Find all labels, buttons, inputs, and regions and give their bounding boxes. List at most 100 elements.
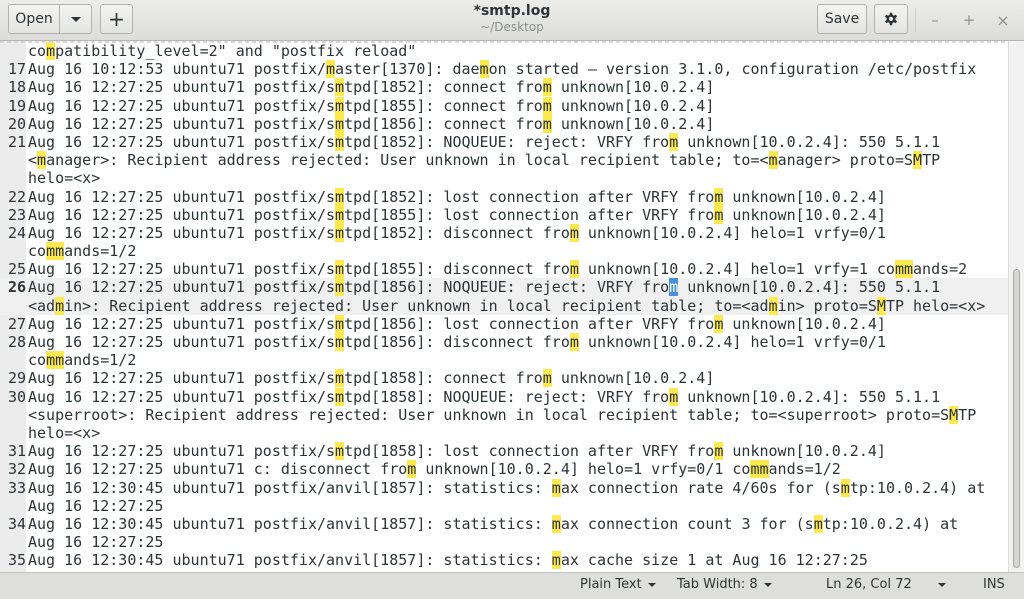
insert-mode-label: INS — [983, 577, 1005, 592]
text-row: 24 Aug 16 12:27:25 ubuntu71 postfix/smtpd… — [0, 223, 1008, 242]
text-line[interactable]: 17 Aug 16 10:12:53 ubuntu71 postfix/maste… — [0, 60, 1008, 79]
text-segment: ands=1/2 — [768, 460, 841, 479]
search-match-highlight: m — [542, 114, 552, 133]
text-segment: Aug 16 12:27:25 ubuntu71 postfix/s — [28, 314, 336, 333]
search-match-highlight: m — [669, 132, 679, 151]
line-number: 27 — [7, 314, 26, 333]
document-path: ~/Desktop — [480, 20, 544, 34]
minimize-button[interactable]: – — [923, 8, 947, 32]
search-match-highlight: M — [876, 296, 886, 315]
vertical-scrollbar[interactable] — [1008, 41, 1024, 572]
text-line[interactable]: 20 Aug 16 12:27:25 ubuntu71 postfix/smtpd… — [0, 114, 1008, 133]
text-row: 19 Aug 16 12:27:25 ubuntu71 postfix/smtpd… — [0, 96, 1008, 115]
line-text: Aug 16 12:30:45 ubuntu71 postfix/anvil[1… — [28, 551, 868, 570]
text-line[interactable]: 33 Aug 16 12:30:45 ubuntu71 postfix/anvil… — [0, 478, 1008, 515]
close-button[interactable]: × — [991, 8, 1015, 32]
line-text: commands=1/2 — [28, 351, 136, 370]
text-line[interactable]: 18 Aug 16 12:27:25 ubuntu71 postfix/smtpd… — [0, 78, 1008, 97]
text-segment: ax cache size 1 at Aug 16 12:27:25 — [560, 551, 868, 570]
text-line[interactable]: 35 Aug 16 12:30:45 ubuntu71 postfix/anvil… — [0, 551, 1008, 570]
text-segment: ands=1/2 — [64, 242, 137, 261]
new-tab-button[interactable]: + — [100, 4, 133, 34]
text-segment: Aug 16 12:27:25 ubuntu71 postfix/s — [28, 260, 336, 279]
text-segment: unknown[10.0.2.4] helo=1 vrfy=1 co — [578, 260, 895, 279]
text-segment: Aug 16 12:30:45 ubuntu71 postfix/anvil[1… — [28, 514, 552, 533]
text-line[interactable]: 24 Aug 16 12:27:25 ubuntu71 postfix/smtpd… — [0, 223, 1008, 261]
menu-button[interactable] — [874, 4, 908, 34]
position-menu-button[interactable] — [938, 583, 946, 587]
line-text: Aug 16 12:27:25 ubuntu71 postfix/smtpd[1… — [28, 187, 886, 206]
search-match-highlight: m — [768, 296, 778, 315]
search-match-highlight: m — [335, 132, 345, 151]
text-row: <manager>: Recipient address rejected: U… — [0, 151, 1008, 170]
text-line[interactable]: 21 Aug 16 12:27:25 ubuntu71 postfix/smtpd… — [0, 132, 1008, 188]
search-match-highlight: m — [37, 151, 47, 170]
text-line[interactable]: 25 Aug 16 12:27:25 ubuntu71 postfix/smtpd… — [0, 260, 1008, 279]
search-match-highlight: m — [335, 114, 345, 133]
line-text: Aug 16 12:27:25 ubuntu71 postfix/smtpd[1… — [28, 387, 940, 406]
text-lines[interactable]: compatibility_level=2" and "postfix relo… — [0, 42, 1008, 570]
search-match-highlight: m — [335, 223, 345, 242]
search-match-highlight: M — [949, 405, 959, 424]
text-line[interactable]: 34 Aug 16 12:30:45 ubuntu71 postfix/anvil… — [0, 514, 1008, 551]
text-row: <superroot>: Recipient address rejected:… — [0, 405, 1008, 424]
text-segment: Aug 16 10:12:53 ubuntu71 postfix/ — [28, 60, 327, 79]
search-match-highlight: m — [335, 314, 345, 333]
text-editor[interactable]: compatibility_level=2" and "postfix relo… — [0, 41, 1008, 572]
top-border — [0, 41, 1008, 43]
text-segment: Aug 16 12:27:25 ubuntu71 postfix/s — [28, 387, 336, 406]
search-match-highlight: m — [813, 514, 823, 533]
open-menu-button[interactable] — [59, 4, 92, 34]
text-segment: Aug 16 12:27:25 ubuntu71 c: disconnect f… — [28, 460, 408, 479]
text-segment: Aug 16 12:27:25 ubuntu71 postfix/s — [28, 205, 336, 224]
text-line[interactable]: 30 Aug 16 12:27:25 ubuntu71 postfix/smtpd… — [0, 387, 1008, 443]
text-row: 27 Aug 16 12:27:25 ubuntu71 postfix/smtpd… — [0, 314, 1008, 333]
text-line[interactable]: 22 Aug 16 12:27:25 ubuntu71 postfix/smtpd… — [0, 187, 1008, 206]
text-line[interactable]: 28 Aug 16 12:27:25 ubuntu71 postfix/smtpd… — [0, 333, 1008, 370]
text-row: 26 Aug 16 12:27:25 ubuntu71 postfix/smtpd… — [0, 278, 1008, 297]
insert-mode[interactable]: INS — [983, 577, 1005, 592]
text-line[interactable]: 29 Aug 16 12:27:25 ubuntu71 postfix/smtpd… — [0, 369, 1008, 388]
text-line[interactable]: 23 Aug 16 12:27:25 ubuntu71 postfix/smtpd… — [0, 205, 1008, 224]
text-segment: unknown[10.0.2.4] helo=1 vrfy=0/1 co — [416, 460, 751, 479]
maximize-button[interactable]: + — [957, 8, 981, 32]
text-segment: tpd[1856]: lost connection after VRFY fr… — [344, 314, 715, 333]
text-segment: tpd[1855]: disconnect fro — [344, 260, 570, 279]
search-match-highlight: m — [479, 60, 489, 79]
text-row: compatibility_level=2" and "postfix relo… — [0, 42, 1008, 60]
search-match-highlight: m — [542, 96, 552, 115]
text-line[interactable]: 26 Aug 16 12:27:25 ubuntu71 postfix/smtpd… — [0, 278, 1008, 315]
tab-width-selector[interactable]: Tab Width: 8 — [677, 577, 772, 592]
language-selector[interactable]: Plain Text — [580, 577, 656, 592]
text-line[interactable]: 32 Aug 16 12:27:25 ubuntu71 c: disconnect… — [0, 460, 1008, 479]
line-number: 20 — [7, 114, 26, 133]
text-row: 31 Aug 16 12:27:25 ubuntu71 postfix/smtpd… — [0, 442, 1008, 461]
text-segment: in>: Recipient address rejected: User un… — [64, 296, 769, 315]
text-row: Aug 16 12:27:25 — [0, 497, 1008, 515]
line-text: Aug 16 12:27:25 ubuntu71 postfix/smtpd[1… — [28, 223, 886, 242]
scrollbar-thumb[interactable] — [1013, 269, 1020, 568]
text-line[interactable]: 31 Aug 16 12:27:25 ubuntu71 postfix/smtpd… — [0, 442, 1008, 461]
text-segment: co — [28, 42, 47, 60]
text-segment: co — [28, 242, 47, 261]
text-segment: co — [28, 351, 47, 370]
text-line[interactable]: 27 Aug 16 12:27:25 ubuntu71 postfix/smtpd… — [0, 314, 1008, 333]
search-match-highlight: m — [569, 260, 579, 279]
text-segment: tpd[1852]: lost connection after VRFY fr… — [344, 187, 715, 206]
line-number: 28 — [7, 333, 26, 351]
text-segment: tpd[1856]: NOQUEUE: reject: VRFY fro — [344, 278, 670, 297]
close-icon: × — [996, 10, 1010, 30]
text-segment: Aug 16 12:27:25 ubuntu71 postfix/s — [28, 369, 336, 388]
search-match-highlight: m — [335, 260, 345, 279]
open-button[interactable]: Open — [8, 4, 60, 34]
text-line[interactable]: 19 Aug 16 12:27:25 ubuntu71 postfix/smtpd… — [0, 96, 1008, 115]
search-match-highlight: m — [840, 478, 850, 497]
minimize-icon: – — [931, 11, 939, 29]
text-segment: Aug 16 12:27:25 ubuntu71 postfix/s — [28, 333, 336, 351]
text-line[interactable]: compatibility_level=2" and "postfix relo… — [0, 42, 1008, 60]
line-number: 34 — [7, 514, 26, 533]
plus-icon: + — [108, 7, 125, 31]
text-row: helo=<x> — [0, 169, 1008, 187]
save-button[interactable]: Save — [817, 4, 867, 34]
search-match-highlight: m — [335, 278, 345, 297]
